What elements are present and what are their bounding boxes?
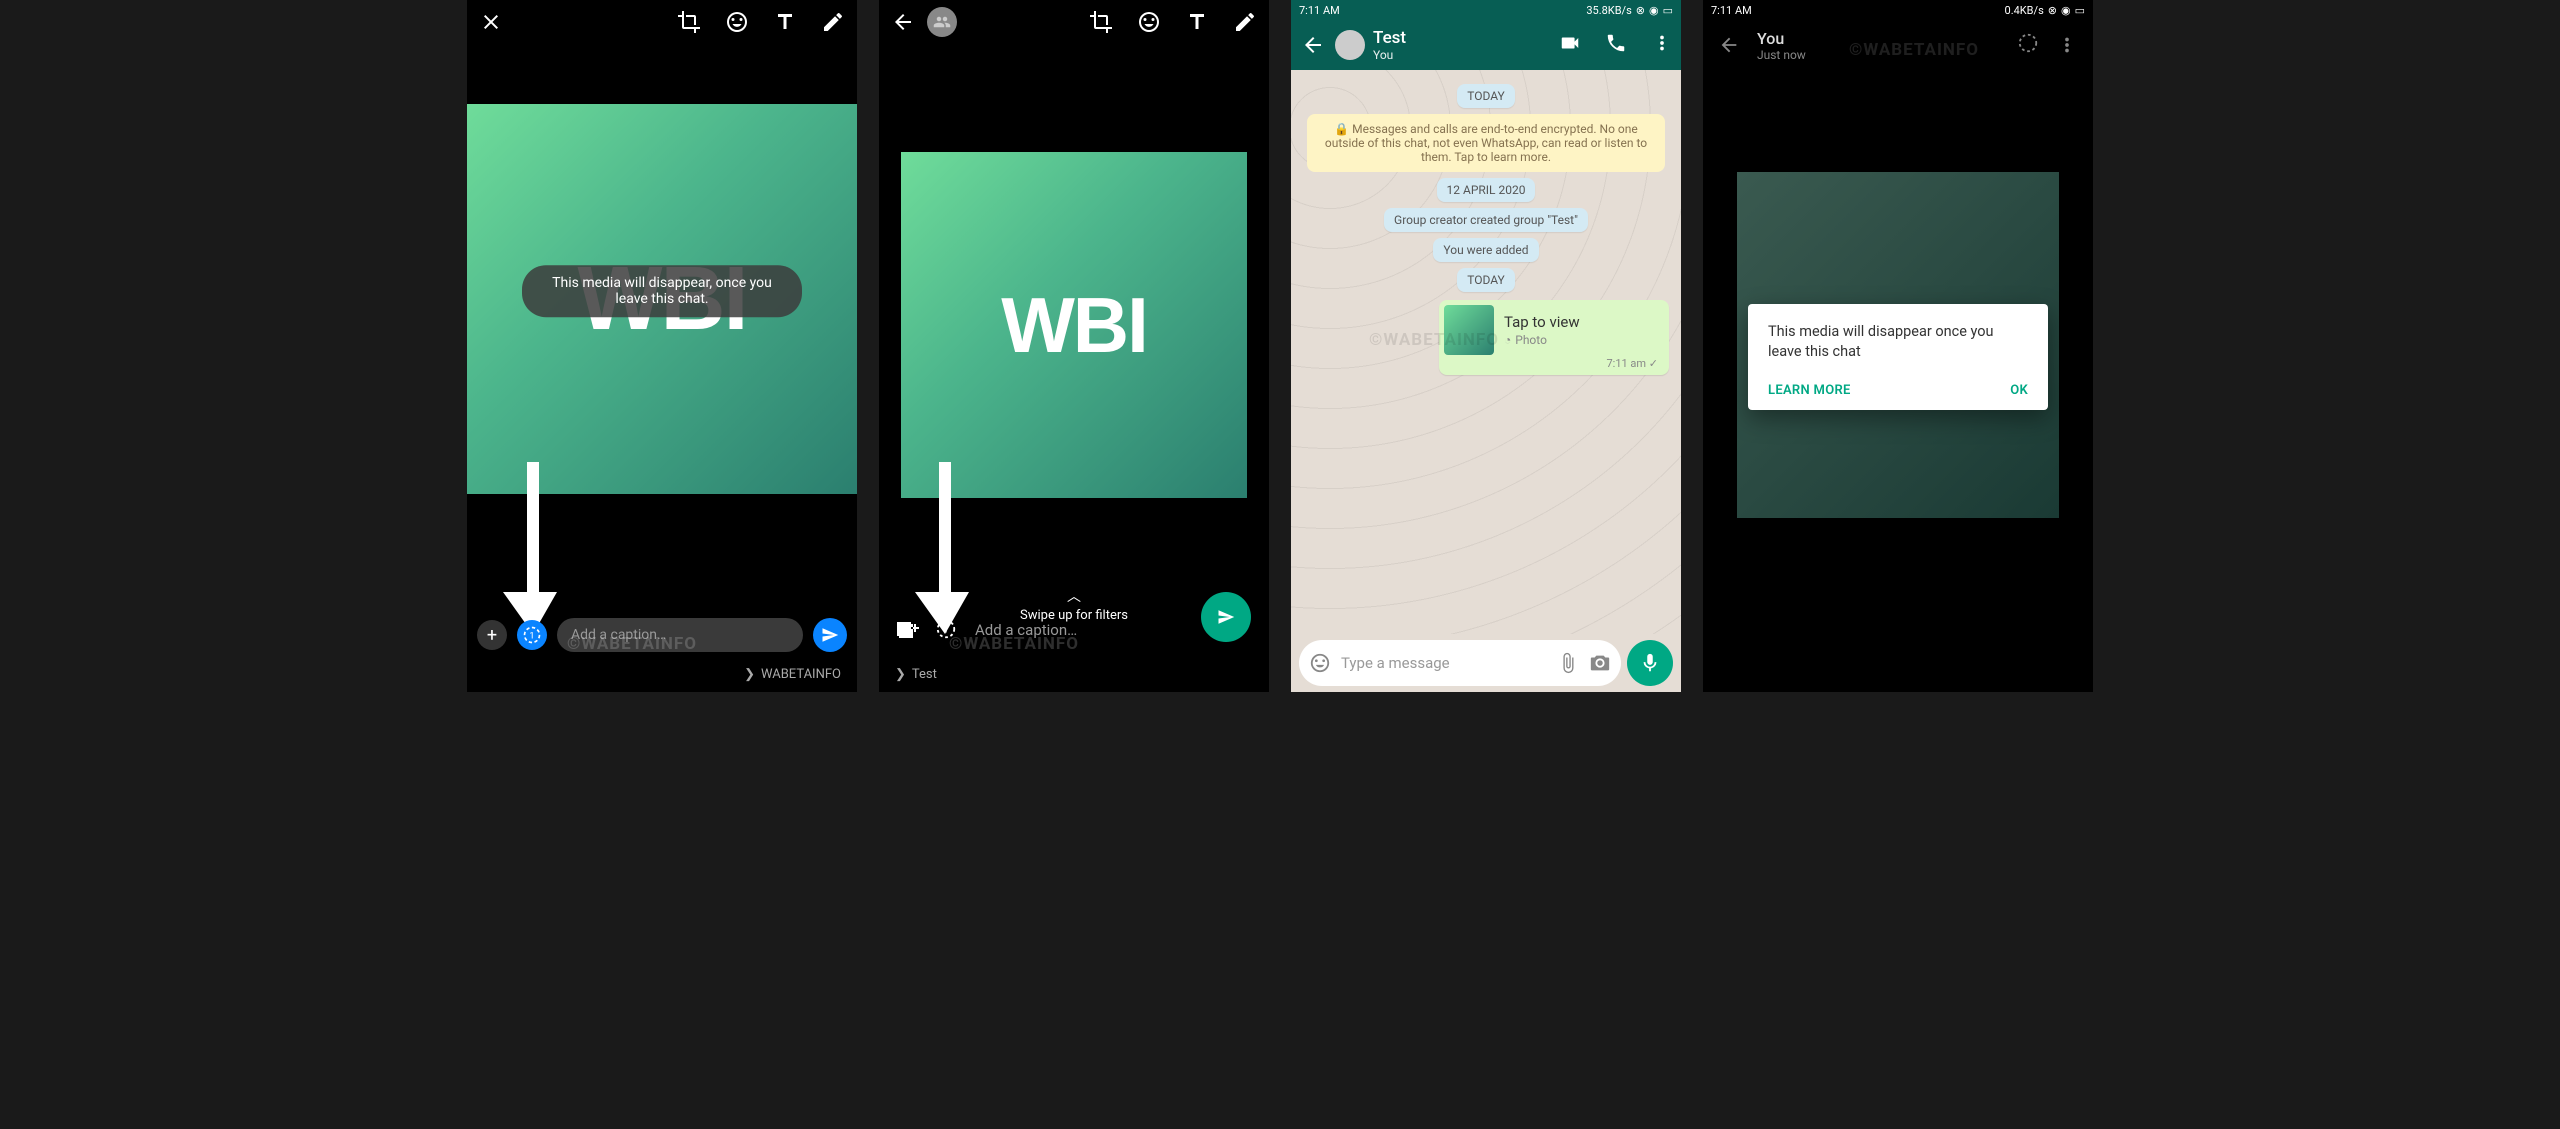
chat-subtitle: You: [1373, 48, 1551, 62]
date-pill: TODAY: [1457, 268, 1515, 292]
draw-icon[interactable]: [1231, 8, 1259, 36]
voice-call-icon[interactable]: [1605, 32, 1627, 58]
chat-body: TODAY 🔒 Messages and calls are end-to-en…: [1291, 70, 1681, 650]
wifi-icon: ◉: [1649, 4, 1659, 17]
view-once-toggle[interactable]: 1: [517, 620, 547, 650]
add-media-button[interactable]: +: [477, 620, 507, 650]
camera-icon[interactable]: [1589, 652, 1611, 674]
system-pill: You were added: [1433, 238, 1538, 262]
ok-button[interactable]: OK: [2010, 383, 2028, 398]
disappear-toast: This media will disappear, once you leav…: [522, 265, 802, 317]
watermark: ©WABETAINFO: [1369, 330, 1499, 350]
screenshot-2-media-editor-group: WBI ︿ Swipe up for filters 1 Add a capti…: [879, 0, 1269, 692]
view-once-toggle[interactable]: 1: [935, 618, 959, 642]
back-icon[interactable]: [1299, 31, 1327, 59]
more-icon[interactable]: [2053, 31, 2081, 59]
media-preview: WBI: [901, 152, 1247, 498]
screenshot-4-viewer: 7:11 AM 0.4KB/s⊗◉▭ You Just now WBI ©WAB…: [1703, 0, 2093, 692]
tap-to-view-label: Tap to view: [1504, 313, 1580, 331]
emoji-icon[interactable]: [1135, 8, 1163, 36]
send-button[interactable]: [1201, 592, 1251, 642]
add-media-icon[interactable]: [895, 618, 919, 642]
dialog-message: This media will disappear once you leave…: [1768, 322, 2028, 363]
screenshot-1-media-editor: WBI This media will disappear, once you …: [467, 0, 857, 692]
crop-icon[interactable]: [1087, 8, 1115, 36]
timer-icon: ◔: [1504, 333, 1511, 347]
arrow-down-icon: [497, 462, 569, 634]
chat-avatar[interactable]: [1335, 30, 1365, 60]
learn-more-button[interactable]: LEARN MORE: [1768, 383, 1851, 398]
disappear-dialog: This media will disappear once you leave…: [1748, 304, 2048, 410]
watermark: ©WABETAINFO: [1849, 40, 1979, 60]
wbi-logo: WBI: [1001, 280, 1147, 371]
close-icon[interactable]: [477, 8, 505, 36]
date-pill: TODAY: [1457, 84, 1515, 108]
recipient-row[interactable]: ❯ WABETAINFO: [467, 667, 857, 682]
recipient-row[interactable]: ❯ Test: [879, 667, 1269, 682]
composer: Type a message: [1291, 634, 1681, 692]
text-icon[interactable]: [771, 8, 799, 36]
status-bar: 7:11 AM 0.4KB/s⊗◉▭: [1703, 0, 2093, 20]
date-pill: 12 APRIL 2020: [1437, 178, 1536, 202]
text-icon[interactable]: [1183, 8, 1211, 36]
message-input[interactable]: Type a message: [1299, 640, 1621, 686]
back-icon[interactable]: [889, 8, 917, 36]
media-preview: WBI This media will disappear, once you …: [467, 104, 857, 494]
crop-icon[interactable]: [675, 8, 703, 36]
emoji-icon[interactable]: [1309, 652, 1331, 674]
mic-button[interactable]: [1627, 640, 1673, 686]
encryption-notice[interactable]: 🔒 Messages and calls are end-to-end encr…: [1307, 114, 1665, 172]
draw-icon[interactable]: [819, 8, 847, 36]
svg-text:1: 1: [529, 631, 534, 641]
back-icon[interactable]: [1715, 31, 1743, 59]
video-call-icon[interactable]: [1559, 32, 1581, 58]
chat-header[interactable]: Test You: [1291, 20, 1681, 70]
no-sim-icon: ⊗: [1636, 4, 1645, 17]
svg-text:1: 1: [943, 626, 948, 636]
more-icon[interactable]: [1651, 32, 1673, 58]
status-bar: 7:11 AM 35.8KB/s⊗◉▭: [1291, 0, 1681, 20]
group-avatar[interactable]: [927, 7, 957, 37]
battery-icon: ▭: [1663, 4, 1673, 17]
chat-name: Test: [1373, 28, 1551, 48]
screenshot-3-chat: 7:11 AM 35.8KB/s⊗◉▭ Test You TODAY 🔒 Mes…: [1291, 0, 1681, 692]
battery-icon: ▭: [2075, 4, 2085, 17]
no-sim-icon: ⊗: [2048, 4, 2057, 17]
wifi-icon: ◉: [2061, 4, 2071, 17]
message-time: 7:11 am ✓: [1444, 355, 1664, 370]
caption-input[interactable]: Add a caption…: [557, 618, 803, 652]
system-pill: Group creator created group "Test": [1384, 208, 1588, 232]
timer-icon: [2017, 32, 2039, 58]
attach-icon[interactable]: [1557, 652, 1579, 674]
send-button[interactable]: [813, 618, 847, 652]
caption-input[interactable]: Add a caption…: [975, 621, 1173, 639]
emoji-icon[interactable]: [723, 8, 751, 36]
